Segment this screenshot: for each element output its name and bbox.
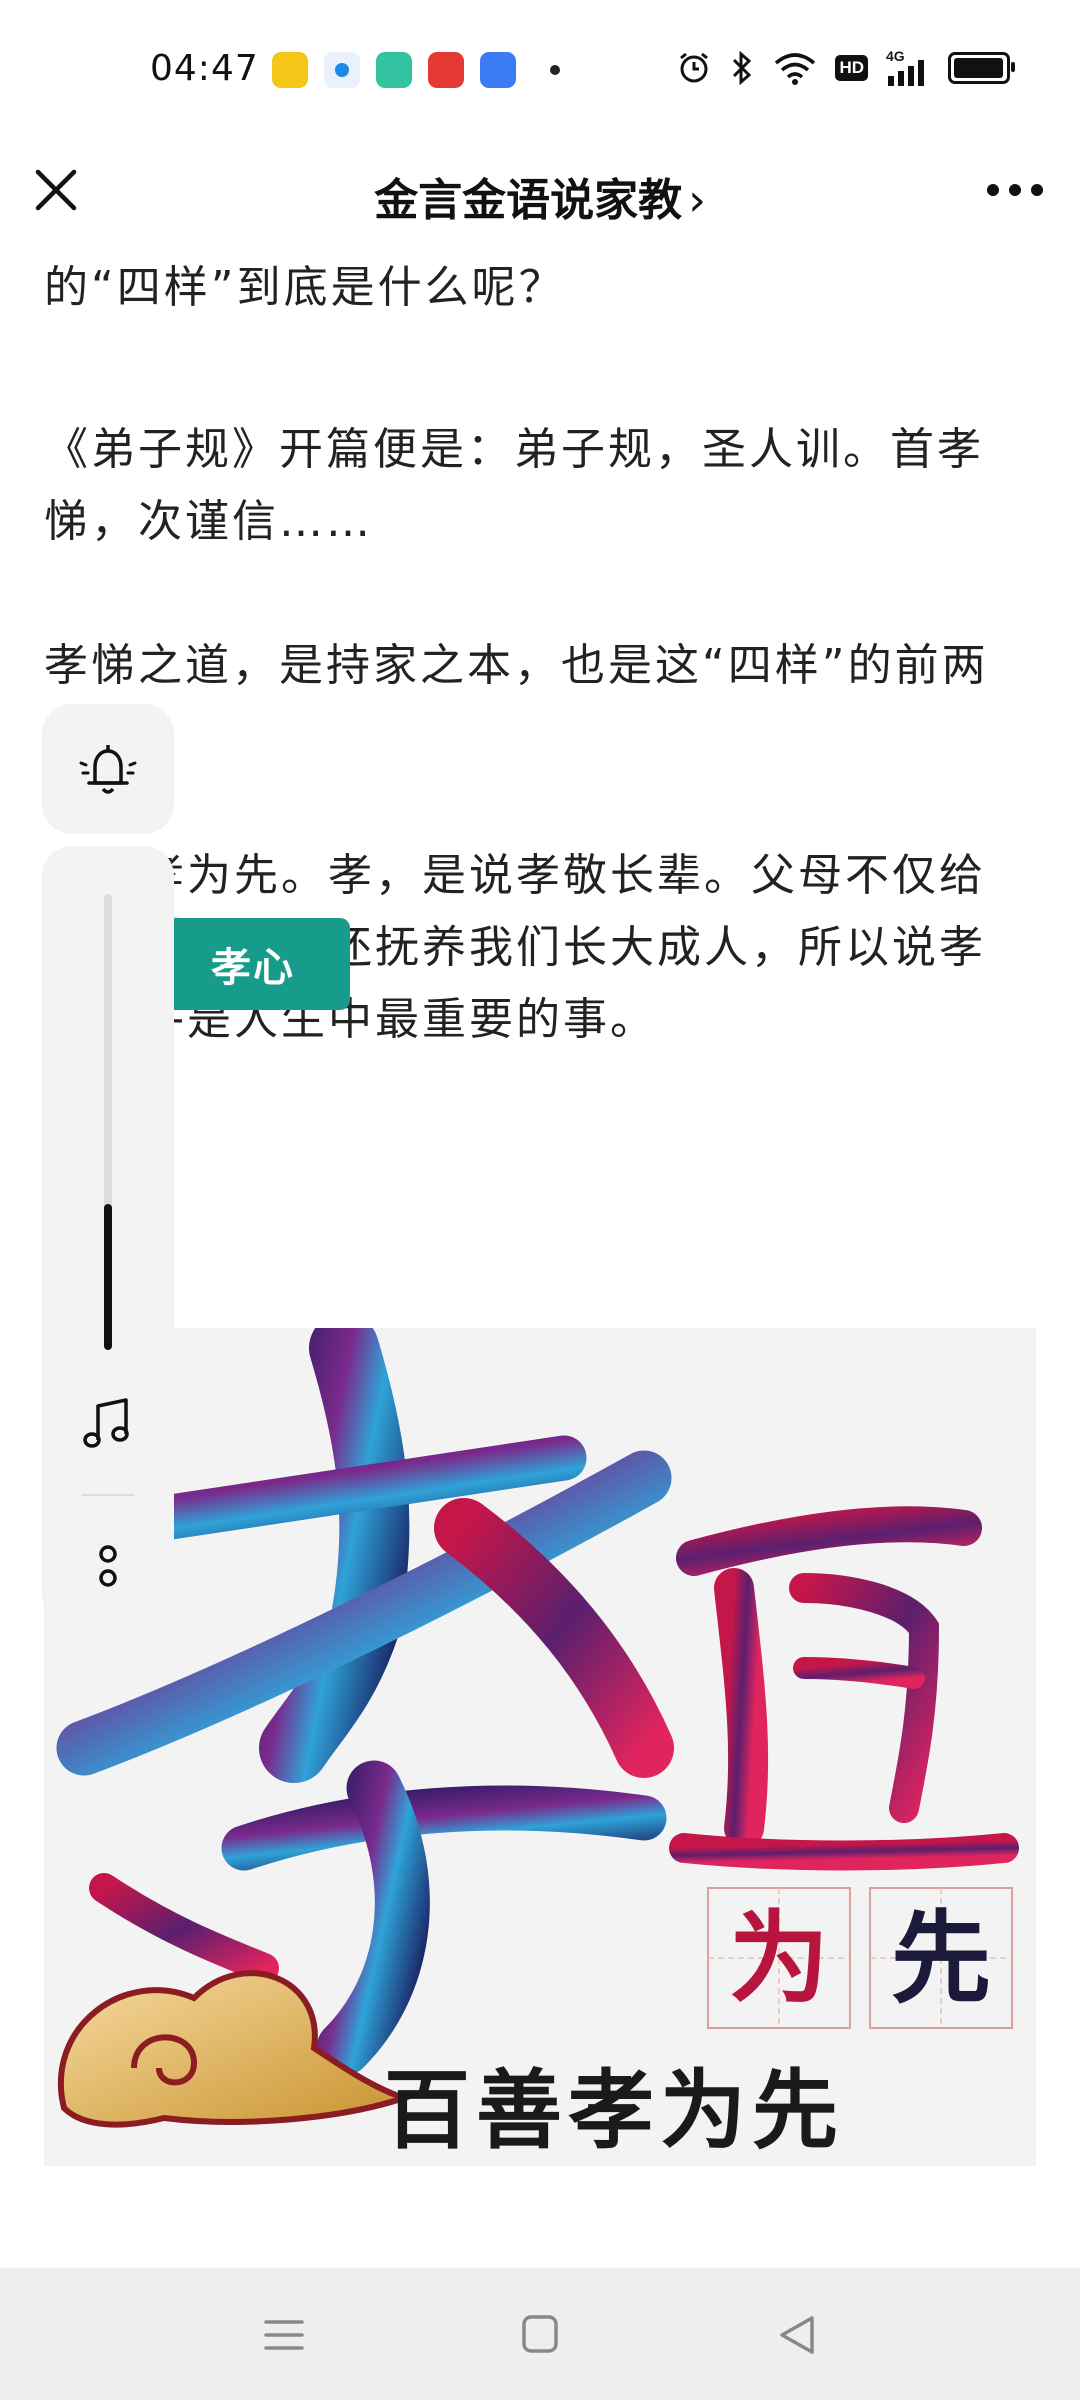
status-bar: 04:47 HD 4G (0, 0, 1080, 140)
app-notification-icon (324, 52, 360, 88)
section-tag: 孝心 (156, 918, 350, 1010)
back-icon[interactable] (768, 2310, 828, 2360)
article-paragraph: 孝悌之道，是持家之本，也是这“四样”的前两 (44, 640, 989, 691)
bell-icon (79, 745, 137, 794)
article-line: 孝为先。孝，是说孝敬长辈。父母不仅给 (140, 850, 986, 901)
music-note-icon[interactable] (78, 1394, 138, 1454)
system-icons: HD 4G (677, 48, 1015, 86)
account-name[interactable]: 金言金语说家教 (374, 175, 682, 226)
signal-4g-icon: 4G (886, 48, 930, 86)
home-icon[interactable] (510, 2310, 570, 2360)
alarm-icon (680, 52, 709, 83)
widget-divider (82, 1494, 134, 1496)
options-icon[interactable] (92, 1536, 124, 1596)
image-box-char-1: 为 (729, 1899, 829, 2017)
battery-icon (948, 52, 1015, 84)
app-notification-icon (376, 52, 412, 88)
notification-icons (272, 52, 560, 88)
playback-progress-fill (104, 1204, 112, 1350)
audio-player-widget (42, 846, 174, 1624)
title-bar: 金言金语说家教 › (0, 140, 1080, 240)
more-notifications-dot (550, 65, 560, 75)
hd-icon: HD (835, 55, 868, 81)
system-navigation-bar (0, 2268, 1080, 2400)
article-image[interactable]: 孝 道 为 先 百善孝为先 (44, 1328, 1036, 2166)
article-paragraph: 的“四样”到底是什么呢？ (44, 262, 566, 313)
chevron-right-icon: › (688, 175, 706, 226)
bluetooth-icon (733, 50, 752, 86)
reminder-button[interactable] (42, 704, 174, 834)
app-notification-icon (272, 52, 308, 88)
playback-progress-bar[interactable] (104, 894, 112, 1350)
clock: 04:47 (150, 48, 259, 89)
app-notification-icon (480, 52, 516, 88)
menu-icon[interactable] (254, 2310, 314, 2360)
image-box-char-2: 先 (891, 1899, 991, 2017)
page-title[interactable]: 金言金语说家教 › (0, 164, 1080, 228)
more-icon[interactable] (980, 162, 1050, 218)
image-caption: 百善孝为先 (384, 2060, 844, 2161)
wifi-icon (775, 53, 816, 85)
article-paragraph: 《弟子规》开篇便是：弟子规，圣人训。首孝悌，次谨信…… (44, 424, 984, 547)
app-notification-icon (428, 52, 464, 88)
